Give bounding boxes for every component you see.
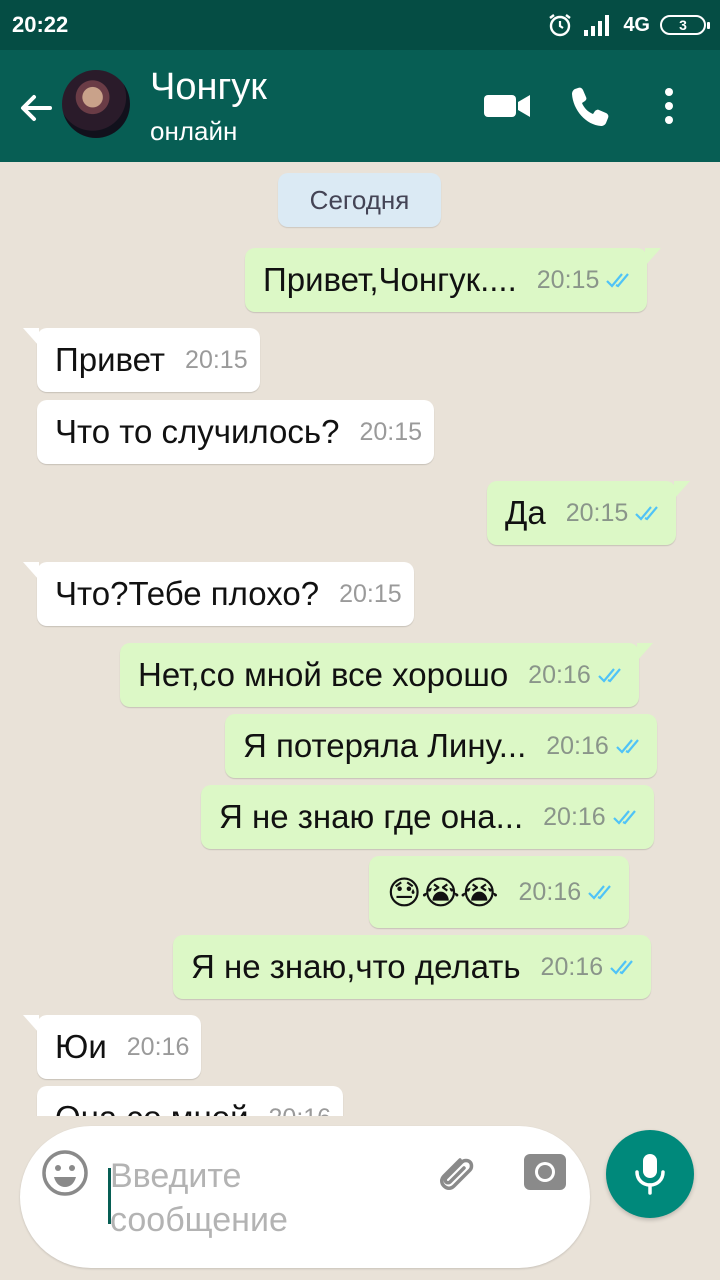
- message-text: Привет: [55, 341, 166, 378]
- avatar[interactable]: [62, 70, 130, 138]
- message-outgoing[interactable]: Привет,Чонгук.... 20:15: [245, 248, 662, 312]
- status-icons: 4G 3: [547, 10, 710, 40]
- status-bar: 20:22 4G 3: [0, 0, 720, 50]
- back-arrow-icon[interactable]: [14, 86, 58, 130]
- message-time: 20:15: [565, 498, 629, 527]
- message-time: 20:15: [536, 265, 600, 294]
- message-outgoing[interactable]: Да 20:15: [487, 481, 691, 545]
- bubble-tail: [23, 328, 39, 346]
- message-time: 20:15: [185, 345, 248, 374]
- message-outgoing[interactable]: Нет,со мной все хорошо 20:16: [120, 643, 653, 707]
- message-text: Она со мной: [49, 1099, 249, 1116]
- bubble-tail: [674, 481, 691, 499]
- message-input-bar[interactable]: Введите сообщение: [20, 1126, 590, 1268]
- camera-icon[interactable]: [522, 1150, 568, 1194]
- attach-icon[interactable]: [430, 1148, 478, 1196]
- message-text: Я потеряла Лину...: [243, 727, 527, 764]
- chat-header: Чонгук онлайн: [0, 50, 720, 162]
- message-text: Что то случилось?: [55, 413, 340, 450]
- message-incoming[interactable]: Что?Тебе плохо? 20:15: [23, 562, 414, 626]
- message-text: Я не знаю где она...: [219, 798, 524, 835]
- message-input[interactable]: Введите сообщение: [110, 1154, 410, 1242]
- message-time: 20:16: [518, 877, 582, 906]
- message-time: 20:16: [540, 952, 604, 981]
- message-time: 20:15: [359, 417, 422, 446]
- message-text: Привет,Чонгук....: [263, 261, 517, 298]
- battery-icon: 3: [660, 15, 710, 35]
- message-time: 20:16: [546, 731, 609, 760]
- message-incoming[interactable]: Что то случилось? 20:15: [37, 400, 434, 464]
- message-text: Нет,со мной все хорошо: [138, 656, 509, 693]
- network-type: 4G: [623, 13, 650, 36]
- double-check-icon: [606, 273, 630, 288]
- signal-icon: [584, 15, 610, 36]
- double-check-icon: [597, 668, 621, 683]
- message-time: 20:16: [269, 1104, 332, 1117]
- double-check-icon: [610, 960, 633, 975]
- message-incoming[interactable]: Привет 20:15: [23, 328, 260, 392]
- emoji-icon[interactable]: [40, 1148, 90, 1198]
- contact-status: онлайн: [150, 116, 238, 146]
- double-check-icon: [612, 810, 636, 825]
- phone-icon[interactable]: [568, 82, 614, 130]
- date-separator: Сегодня: [278, 173, 441, 227]
- alarm-icon: [549, 14, 572, 37]
- chat-area[interactable]: Сегодня Привет,Чонгук.... 20:15 Привет 2…: [0, 162, 720, 1116]
- message-time: 20:15: [339, 579, 402, 608]
- more-vert-icon[interactable]: [654, 82, 684, 130]
- message-incoming[interactable]: Она со мной 20:16: [37, 1086, 344, 1117]
- message-time: 20:16: [528, 660, 591, 689]
- double-check-icon: [616, 739, 639, 754]
- double-check-icon: [635, 506, 659, 521]
- message-text: Да: [505, 494, 546, 531]
- mic-button[interactable]: [606, 1130, 694, 1218]
- message-outgoing[interactable]: 😓😭😭 20:16: [369, 856, 630, 928]
- message-text: Юи: [55, 1028, 107, 1065]
- message-text: Я не знаю,что делать: [191, 948, 521, 985]
- message-outgoing[interactable]: Я не знаю,что делать 20:16: [173, 935, 652, 999]
- bubble-tail: [23, 1015, 39, 1033]
- bubble-tail: [636, 643, 653, 661]
- message-text: Что?Тебе плохо?: [55, 575, 320, 612]
- contact-name[interactable]: Чонгук: [150, 66, 267, 109]
- message-incoming[interactable]: Юи 20:16: [23, 1015, 202, 1079]
- message-emoji: 😓😭😭: [387, 873, 499, 911]
- video-call-icon[interactable]: [482, 82, 532, 130]
- bubble-tail: [23, 562, 39, 580]
- status-time: 20:22: [12, 12, 69, 37]
- message-outgoing[interactable]: Я не знаю где она... 20:16: [201, 785, 654, 849]
- message-outgoing[interactable]: Я потеряла Лину... 20:16: [225, 714, 657, 778]
- mic-icon: [635, 1154, 665, 1195]
- battery-level: 3: [679, 17, 687, 33]
- message-time: 20:16: [126, 1032, 190, 1061]
- bubble-tail: [645, 248, 662, 266]
- message-time: 20:16: [543, 802, 606, 831]
- double-check-icon: [588, 885, 611, 900]
